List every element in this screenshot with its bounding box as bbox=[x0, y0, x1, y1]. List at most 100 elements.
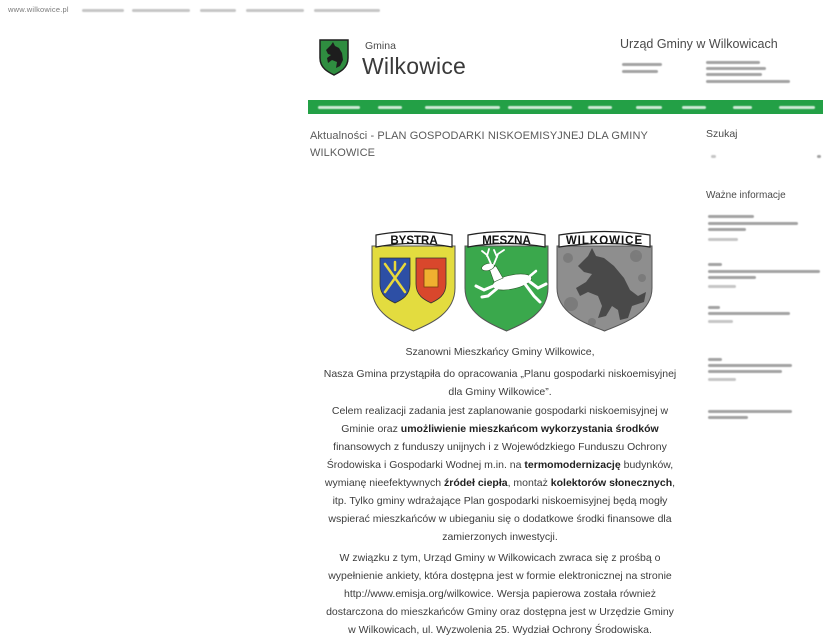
bold-text-segment: źródeł ciepła bbox=[443, 477, 508, 489]
office-name: Urząd Gminy w Wilkowicach bbox=[620, 37, 778, 51]
main-nav-bar bbox=[308, 100, 823, 114]
contact-phone-line bbox=[706, 61, 760, 64]
info-item[interactable] bbox=[705, 357, 821, 383]
info-item-text bbox=[708, 364, 792, 367]
text-line: dla Gminy Wilkowice”. bbox=[448, 386, 552, 398]
text-line: W związku z tym, Urząd Gminy w Wilkowica… bbox=[339, 552, 661, 564]
nav-item[interactable] bbox=[588, 100, 612, 114]
search-submit-icon[interactable] bbox=[817, 155, 821, 158]
info-item-text bbox=[708, 270, 820, 273]
info-item-date bbox=[708, 320, 733, 323]
nav-item[interactable] bbox=[682, 100, 706, 114]
text-segment: Gminie oraz bbox=[341, 423, 401, 435]
nav-item-label bbox=[318, 106, 360, 109]
info-item-date bbox=[708, 378, 736, 381]
article-paragraph-2: W związku z tym, Urząd Gminy w Wilkowica… bbox=[300, 549, 700, 639]
info-item-text bbox=[708, 312, 790, 315]
nav-item-label bbox=[636, 106, 662, 109]
contact-address-line bbox=[622, 70, 658, 73]
info-item-text bbox=[708, 416, 748, 419]
search-box bbox=[705, 150, 821, 162]
important-info-title: Ważne informacje bbox=[706, 190, 786, 201]
search-placeholder-smudge bbox=[711, 155, 716, 158]
search-title: Szukaj bbox=[706, 128, 738, 140]
nav-item-label bbox=[682, 106, 706, 109]
text-line: itp. Tylko gminy wdrażające Plan gospoda… bbox=[300, 492, 700, 510]
text-segment: , bbox=[672, 477, 676, 489]
text-line: Nasza Gmina przystąpiła do opracowania „… bbox=[323, 368, 677, 380]
article-paragraph-1: Celem realizacji zadania jest zaplanowan… bbox=[300, 402, 700, 546]
text-line: wypełnienie ankiety, która dostępna jest… bbox=[328, 570, 672, 582]
info-item-text bbox=[708, 215, 754, 218]
brand-gmina-label: Gmina bbox=[365, 40, 396, 52]
info-item-text bbox=[708, 228, 746, 231]
article-greeting: Szanowni Mieszkańcy Gminy Wilkowice, bbox=[405, 346, 595, 358]
texture-blot bbox=[638, 274, 646, 282]
url-smudge bbox=[132, 9, 190, 12]
brand-title[interactable]: Wilkowice bbox=[362, 53, 466, 79]
text-line: w Wilkowicach, ul. Wyzwolenia 25. Wydzia… bbox=[348, 624, 652, 636]
text-line: finansowych z funduszy unijnych i z Woje… bbox=[300, 438, 700, 456]
bystra-coat-of-arms: BYSTRA bbox=[371, 230, 456, 332]
text-segment: budynków, bbox=[620, 459, 674, 471]
info-item[interactable] bbox=[705, 305, 821, 325]
text-line: Gminie oraz umożliwienie mieszkańcom wyk… bbox=[300, 420, 700, 438]
nav-item[interactable] bbox=[733, 100, 752, 114]
info-item[interactable] bbox=[705, 408, 821, 424]
bold-text-segment: termomodernizację bbox=[524, 459, 621, 471]
text-segment: itp. Tylko gminy wdrażające Plan gospoda… bbox=[332, 495, 668, 507]
nav-item-label bbox=[779, 106, 815, 109]
text-line: zamierzonych inwestycji. bbox=[300, 528, 700, 546]
coats-of-arms-image: BYSTRA MESZNA WILKOWICE bbox=[371, 230, 653, 332]
text-segment: wspierać mieszkańców w ubieganiu się o d… bbox=[328, 513, 672, 525]
page-url: www.wilkowice.pl bbox=[8, 5, 69, 14]
info-item-text bbox=[708, 410, 792, 413]
text-line: http://www.emisja.org/wilkowice. Wersja … bbox=[343, 588, 656, 600]
info-item-text bbox=[708, 276, 756, 279]
text-line: wymianę nieefektywnych źródeł ciepła, mo… bbox=[300, 474, 700, 492]
nav-item[interactable] bbox=[779, 100, 815, 114]
info-item-date bbox=[708, 238, 738, 241]
nav-item-label bbox=[588, 106, 612, 109]
info-item-text bbox=[708, 263, 722, 266]
texture-blot bbox=[588, 318, 596, 326]
url-bar: www.wilkowice.pl bbox=[0, 0, 400, 18]
meszna-label: MESZNA bbox=[482, 235, 531, 247]
text-segment: zamierzonych inwestycji. bbox=[442, 531, 558, 543]
text-segment: Celem realizacji zadania jest zaplanowan… bbox=[331, 405, 669, 417]
contact-email-line bbox=[706, 80, 790, 83]
bold-text-segment: kolektorów słonecznych bbox=[550, 477, 673, 489]
bystra-label: BYSTRA bbox=[390, 235, 437, 247]
bystra-red-shield-emblem bbox=[423, 268, 439, 288]
info-item[interactable] bbox=[705, 262, 821, 290]
coat-of-arms-icon[interactable] bbox=[318, 38, 350, 76]
text-segment: finansowych z funduszy unijnych i z Woje… bbox=[333, 441, 667, 453]
text-line: Środowiska i Gospodarki Wodnej m.in. na … bbox=[300, 456, 700, 474]
wilkowice-coat-of-arms: WILKOWICE bbox=[556, 230, 653, 332]
article-intro: Nasza Gmina przystąpiła do opracowania „… bbox=[300, 365, 700, 401]
nav-item[interactable] bbox=[508, 100, 572, 114]
nav-item[interactable] bbox=[378, 100, 402, 114]
wilkowice-label: WILKOWICE bbox=[566, 235, 643, 247]
info-item-text bbox=[708, 222, 798, 225]
text-segment: , montaż bbox=[507, 477, 551, 489]
contact-fax-line bbox=[706, 73, 762, 76]
nav-item-label bbox=[425, 106, 500, 109]
search-input[interactable] bbox=[705, 150, 821, 162]
info-item-text bbox=[708, 358, 722, 361]
text-segment: wymianę nieefektywnych bbox=[324, 477, 444, 489]
contact-address-line bbox=[622, 63, 662, 66]
texture-blot bbox=[564, 297, 578, 311]
text-line: dostarczona do mieszkańców Gminy oraz do… bbox=[326, 606, 674, 618]
nav-item-label bbox=[378, 106, 402, 109]
url-smudge bbox=[82, 9, 124, 12]
text-segment: Środowiska i Gospodarki Wodnej m.in. na bbox=[326, 459, 525, 471]
info-item[interactable] bbox=[705, 213, 821, 243]
nav-item[interactable] bbox=[636, 100, 662, 114]
nav-item[interactable] bbox=[425, 100, 500, 114]
bold-text-segment: umożliwienie mieszkańcom wykorzystania ś… bbox=[400, 423, 659, 435]
nav-item[interactable] bbox=[318, 100, 360, 114]
url-smudge bbox=[246, 9, 304, 12]
meszna-coat-of-arms: MESZNA bbox=[464, 230, 549, 332]
texture-blot bbox=[630, 250, 642, 262]
